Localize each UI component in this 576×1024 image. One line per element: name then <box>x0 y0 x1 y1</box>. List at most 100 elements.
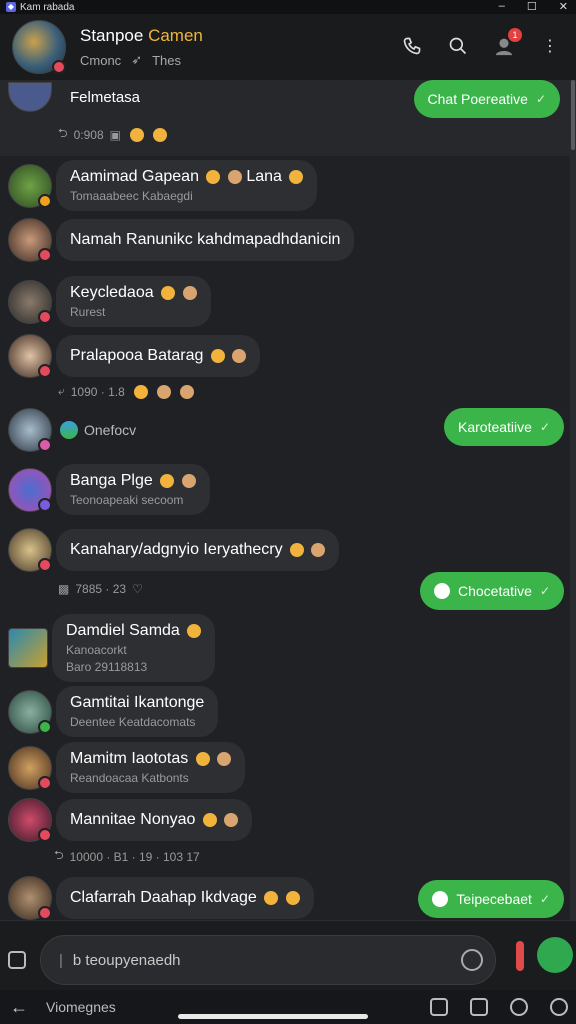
camera-icon[interactable] <box>470 998 488 1016</box>
maximize-button[interactable]: ☐ <box>527 0 537 13</box>
emoji-icon <box>264 890 279 905</box>
read-check-icon: ✓ <box>539 420 550 434</box>
message-row[interactable]: Pralapooa Batarag <box>8 334 261 378</box>
heart-icon: ♡ <box>132 582 143 596</box>
avatar[interactable] <box>8 689 52 734</box>
message-row[interactable]: Kanahary/adgnyio Ieryathecry <box>8 528 340 572</box>
close-button[interactable]: ✕ <box>559 0 568 13</box>
message-title: Mamitm Iaototas <box>70 750 232 768</box>
message-bubble[interactable]: Kanahary/adgnyio Ieryathecry <box>56 529 340 571</box>
avatar[interactable] <box>8 334 52 378</box>
profile-icon[interactable]: 1 <box>492 28 522 58</box>
pinned-meta: ⮌ 0:908 ▣ <box>58 124 167 145</box>
status-badge <box>38 719 52 734</box>
app-icon: ◆ <box>6 2 16 12</box>
avatar[interactable] <box>8 528 52 572</box>
outgoing-bubble[interactable]: Karoteatiive ✓ <box>444 408 564 446</box>
message-row[interactable]: Mamitm Iaototas Reandoacaa Katbonts <box>8 742 246 793</box>
avatar[interactable] <box>8 408 52 452</box>
status-badge <box>38 309 52 324</box>
message-meta: ⮌ 10000 · B1 · 19 · 103 17 <box>54 846 200 867</box>
group-avatar[interactable] <box>12 20 66 74</box>
emoji-icon <box>311 542 326 557</box>
pinned-outgoing-bubble[interactable]: Chat Poereative ✓ <box>413 80 560 118</box>
read-check-icon: ✓ <box>539 892 550 906</box>
search-icon[interactable] <box>446 34 470 58</box>
home-indicator[interactable] <box>178 1014 368 1019</box>
message-bubble[interactable]: Pralapooa Batarag <box>56 335 261 377</box>
attach-icon[interactable] <box>8 951 26 969</box>
message-row[interactable]: Clafarrah Daahap Ikdvage <box>8 876 314 920</box>
settings-icon[interactable] <box>550 998 568 1016</box>
bottom-icons <box>430 998 568 1016</box>
emoji-icon <box>227 169 242 184</box>
message-list[interactable]: Felmetasa ⮌ 0:908 ▣ Chat Poereative ✓ Aam… <box>0 80 576 920</box>
message-sub: Kanoacorkt <box>66 643 127 657</box>
emoji-icon <box>210 348 225 363</box>
status-badge <box>52 60 66 74</box>
message-row[interactable]: Keycledaoa Rurest <box>8 276 211 327</box>
message-bubble[interactable]: Damdiel Samda Kanoacorkt Baro 29118813 <box>52 614 216 682</box>
avatar[interactable] <box>8 467 52 512</box>
gallery-icon[interactable] <box>430 998 448 1016</box>
message-bubble[interactable]: Mamitm Iaototas Reandoacaa Katbonts <box>56 742 246 793</box>
message-title: Namah Ranunikc kahdmapadhdanicin <box>70 231 341 248</box>
message-bubble[interactable]: Banga Plge Teonoapeaki secoom <box>56 464 210 515</box>
message-bubble[interactable]: Namah Ranunikc kahdmapadhdanicin <box>56 219 355 261</box>
pinned-message[interactable]: Felmetasa ⮌ 0:908 ▣ Chat Poereative ✓ <box>0 80 570 156</box>
message-sub: Teonoapeaki secoom <box>70 493 184 507</box>
game-thumbnail[interactable] <box>8 628 48 668</box>
scrollbar[interactable] <box>570 80 576 920</box>
emoji-icon <box>187 623 202 638</box>
emoji-icon <box>179 384 194 399</box>
outgoing-bubble[interactable]: Teipecebaet ✓ <box>418 880 564 918</box>
avatar[interactable] <box>8 876 52 920</box>
outgoing-bubble[interactable]: Chocetative ✓ <box>420 572 564 610</box>
message-title: Pralapooa Batarag <box>70 347 247 365</box>
message-title: Keycledaoa <box>70 284 197 302</box>
emoji-icon <box>202 812 217 827</box>
send-button[interactable] <box>537 937 573 973</box>
notification-badge: 1 <box>508 28 522 42</box>
minimize-button[interactable]: – <box>499 0 505 13</box>
chat-title-block[interactable]: Stanpoe Camen Cmonc ➶ Thes <box>80 26 203 68</box>
message-title: Clafarrah Daahap Ikdvage <box>70 889 300 907</box>
emoji-icon <box>195 751 210 766</box>
message-bubble[interactable]: Clafarrah Daahap Ikdvage <box>56 877 314 919</box>
status-badge <box>38 193 52 208</box>
message-row[interactable]: Namah Ranunikc kahdmapadhdanicin <box>8 218 355 262</box>
sticker-icon: ▩ <box>58 582 70 596</box>
message-bubble[interactable]: Aamimad Gapean Lana Tomaaabeec Kabaegdi <box>56 160 318 211</box>
avatar[interactable] <box>8 279 52 324</box>
microphone-icon[interactable] <box>516 941 524 971</box>
phone-icon[interactable] <box>400 34 424 58</box>
avatar[interactable] <box>8 798 52 842</box>
scrollbar-thumb[interactable] <box>571 80 575 150</box>
messenger-icon[interactable] <box>510 998 528 1016</box>
more-options-icon[interactable]: ⋮ <box>538 34 562 58</box>
message-bubble[interactable]: Keycledaoa Rurest <box>56 276 211 327</box>
status-badge <box>38 248 52 262</box>
emoji-picker-icon[interactable] <box>461 949 483 971</box>
emoji-icon <box>285 890 300 905</box>
back-arrow-icon[interactable]: ← <box>10 997 28 1018</box>
message-row[interactable]: Banga Plge Teonoapeaki secoom <box>8 464 210 515</box>
message-row[interactable]: Onefocv <box>8 408 136 452</box>
message-bubble[interactable]: Gamtitai Ikantonge Deentee Keatdacomats <box>56 686 219 737</box>
message-row[interactable]: Damdiel Samda Kanoacorkt Baro 29118813 <box>8 614 216 682</box>
avatar[interactable] <box>8 163 52 208</box>
emoji-icon <box>153 127 167 142</box>
message-input[interactable]: | b teoupyenaedh <box>40 935 496 985</box>
message-title: Damdiel Samda <box>66 622 202 640</box>
message-composer: | b teoupyenaedh <box>0 920 576 990</box>
avatar[interactable] <box>8 218 52 262</box>
avatar[interactable] <box>8 745 52 790</box>
reply-icon: ⮌ <box>54 848 64 862</box>
message-meta: ▩ 7885 · 23 ♡ <box>58 582 143 596</box>
sticker-icon: ▣ <box>109 127 121 142</box>
message-row[interactable]: Gamtitai Ikantonge Deentee Keatdacomats <box>8 686 219 737</box>
status-name: Onefocv <box>84 422 137 438</box>
message-row[interactable]: Aamimad Gapean Lana Tomaaabeec Kabaegdi <box>8 160 318 211</box>
message-row[interactable]: Mannitae Nonyao <box>8 798 253 842</box>
message-bubble[interactable]: Mannitae Nonyao <box>56 799 253 841</box>
